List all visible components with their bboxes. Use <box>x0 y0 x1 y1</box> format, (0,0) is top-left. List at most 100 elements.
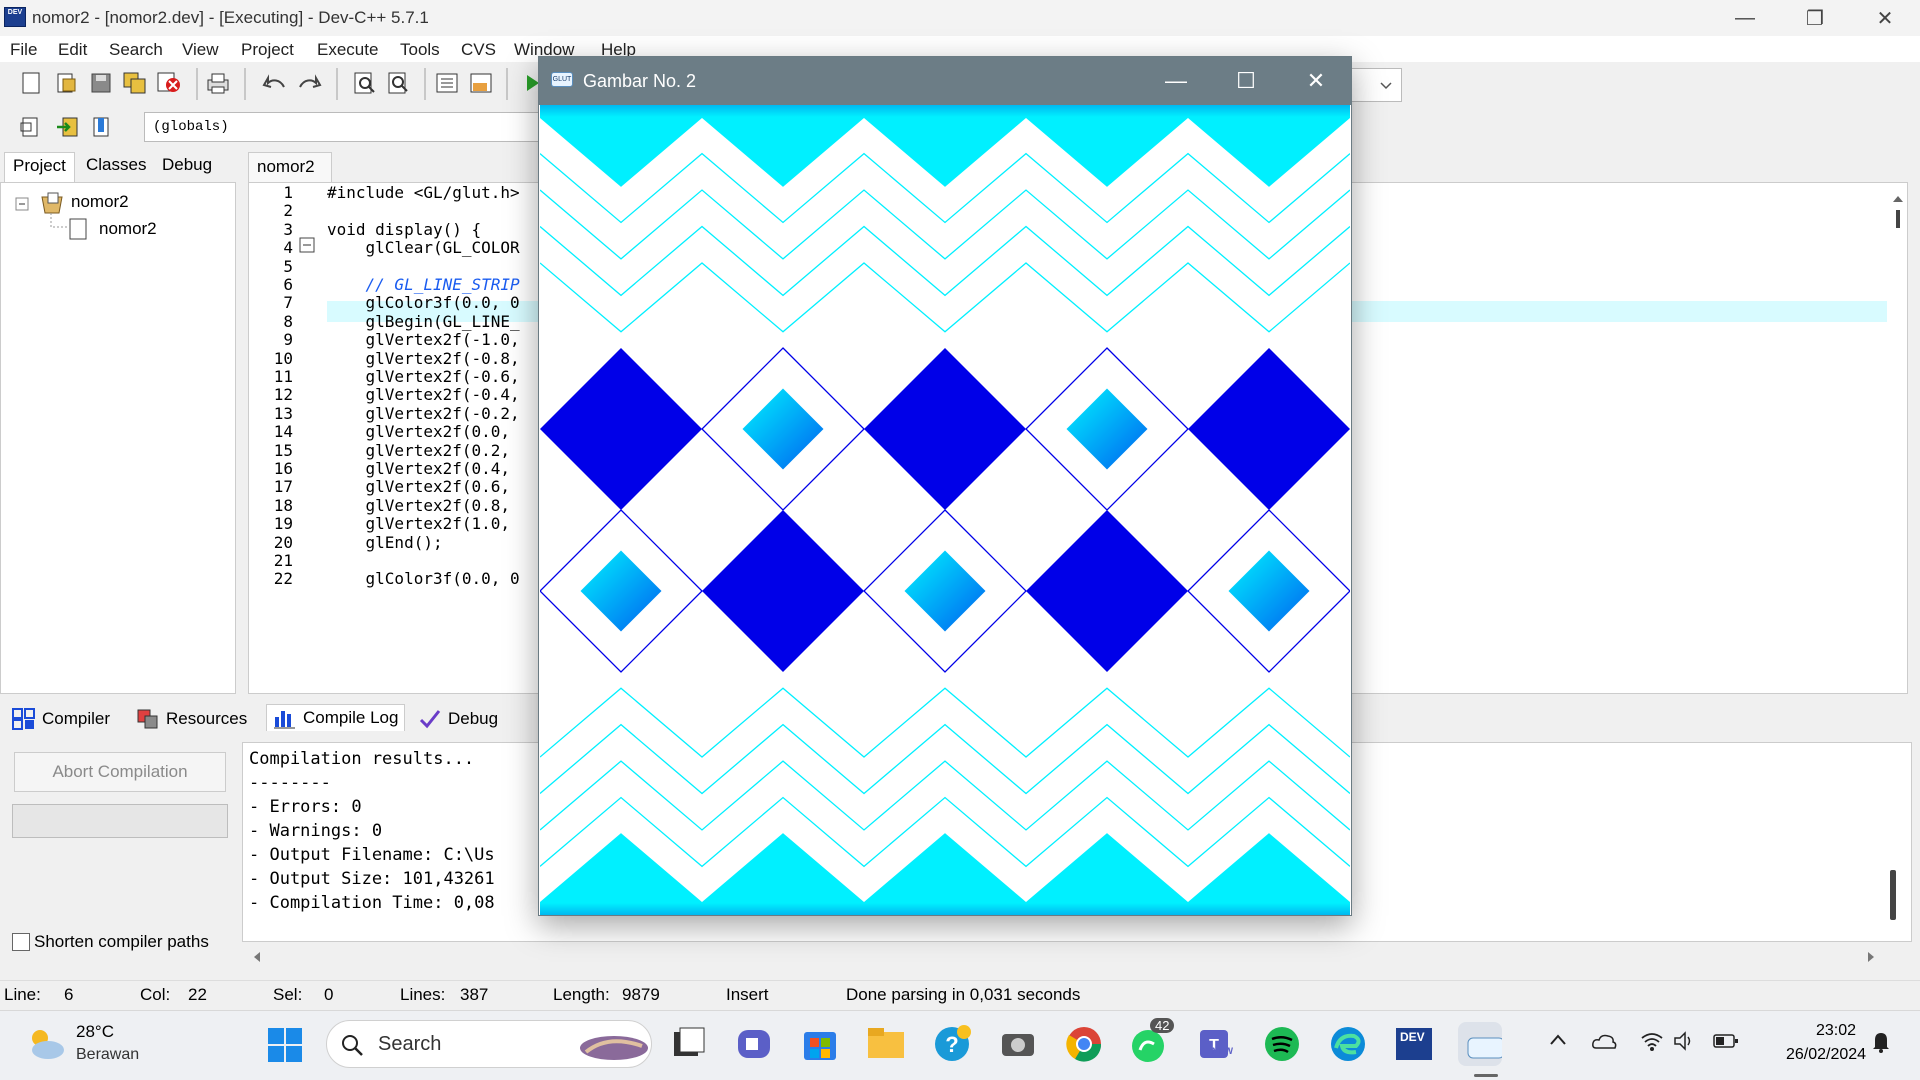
tab-debug[interactable]: Debug <box>154 152 220 182</box>
line-number: 9 <box>283 330 293 350</box>
glut-maximize-button[interactable]: ☐ <box>1211 57 1281 105</box>
log-scrollbar-thumb[interactable] <box>1890 870 1896 920</box>
menu-search[interactable]: Search <box>109 40 163 60</box>
notification-bell-icon[interactable] <box>1870 1030 1892 1054</box>
camera-icon[interactable] <box>996 1022 1040 1066</box>
new-file-icon[interactable] <box>16 68 46 98</box>
tab-compiler[interactable]: Compiler <box>12 708 110 730</box>
volume-icon[interactable] <box>1672 1030 1696 1052</box>
indent-icon[interactable] <box>432 68 462 98</box>
find-icon[interactable] <box>350 68 380 98</box>
teams-new-label: NEW <box>1212 1046 1233 1056</box>
glut-minimize-button[interactable]: — <box>1141 57 1211 105</box>
scope-select[interactable]: (globals) <box>144 112 544 142</box>
chat-icon[interactable] <box>732 1022 776 1066</box>
collapse-icon[interactable] <box>15 197 29 211</box>
glut-title-bar[interactable]: GLUT Gambar No. 2 — ☐ ✕ <box>539 57 1351 105</box>
glut-taskbar-icon[interactable] <box>1458 1022 1502 1066</box>
shorten-paths-checkbox[interactable] <box>12 933 30 951</box>
chrome-icon[interactable] <box>1062 1022 1106 1066</box>
spotify-icon[interactable] <box>1260 1022 1304 1066</box>
file-explorer-icon[interactable] <box>864 1022 908 1066</box>
compiler-select[interactable] <box>1346 68 1402 102</box>
tree-project-name[interactable]: nomor2 <box>71 192 129 212</box>
editor-tab-nomor2[interactable]: nomor2 <box>248 152 332 182</box>
chevron-up-icon[interactable] <box>1548 1030 1568 1050</box>
weather-temperature[interactable]: 28°C <box>76 1022 114 1042</box>
redo-icon[interactable] <box>294 68 324 98</box>
status-lines-label: Lines: <box>400 985 446 1004</box>
line-number: 4 <box>283 238 293 258</box>
battery-icon[interactable] <box>1712 1030 1740 1052</box>
fold-icon[interactable] <box>299 237 315 253</box>
tab-resources[interactable]: Resources <box>136 708 247 730</box>
editor-vertical-scrollbar[interactable] <box>1890 190 1906 688</box>
code-line: glColor3f(0.0, 0 <box>327 569 520 589</box>
weather-cloud-icon[interactable] <box>24 1024 68 1064</box>
log-line: - Output Size: 101,43261 <box>249 869 495 889</box>
task-view-icon[interactable] <box>668 1022 712 1066</box>
tab-project[interactable]: Project <box>4 152 75 182</box>
weather-description[interactable]: Berawan <box>76 1046 139 1064</box>
code-line: glVertex2f(0.8, <box>327 495 511 515</box>
print-icon[interactable] <box>203 68 233 98</box>
save-icon[interactable] <box>86 68 116 98</box>
log-horizontal-scrollbar[interactable] <box>246 948 1886 966</box>
restore-button[interactable]: ❐ <box>1780 0 1850 36</box>
menu-edit[interactable]: Edit <box>58 40 87 60</box>
code-line: glVertex2f(-0.4, <box>327 385 520 405</box>
line-number: 17 <box>273 477 293 497</box>
svg-text:?: ? <box>945 1032 958 1057</box>
glut-close-button[interactable]: ✕ <box>1281 57 1351 105</box>
line-number: 16 <box>273 459 293 478</box>
log-line: - Compilation Time: 0,08 <box>249 893 495 913</box>
devcpp-app-icon: DEV <box>4 7 26 27</box>
shorten-paths-label: Shorten compiler paths <box>34 932 209 951</box>
tab-compile-log-label: Compile Log <box>303 708 399 727</box>
wifi-icon[interactable] <box>1640 1030 1664 1052</box>
windows-start-icon[interactable] <box>266 1026 304 1064</box>
close-button[interactable]: ✕ <box>1850 0 1920 36</box>
menu-execute[interactable]: Execute <box>317 40 378 60</box>
onedrive-cloud-icon[interactable] <box>1590 1030 1618 1052</box>
status-line-label: Line: <box>4 985 41 1004</box>
tab-classes[interactable]: Classes <box>78 152 154 182</box>
glut-window[interactable]: GLUT Gambar No. 2 — ☐ ✕ <box>538 56 1352 916</box>
minimize-button[interactable]: — <box>1710 0 1780 36</box>
shorten-paths-option[interactable]: Shorten compiler paths <box>12 932 209 952</box>
line-number: 22 <box>273 569 293 589</box>
bookmark-icon[interactable] <box>86 112 116 142</box>
devcpp-taskbar-icon[interactable] <box>1392 1022 1436 1066</box>
code-line: glBegin(GL_LINE_ <box>327 311 520 331</box>
tree-file-name[interactable]: nomor2 <box>99 219 157 239</box>
open-file-icon[interactable] <box>52 68 82 98</box>
save-all-icon[interactable] <box>120 68 150 98</box>
tab-compile-log[interactable]: Compile Log <box>266 704 406 731</box>
unindent-icon[interactable] <box>466 68 496 98</box>
code-line: glVertex2f(-0.6, <box>327 367 520 386</box>
close-file-icon[interactable] <box>154 68 184 98</box>
menu-cvs[interactable]: CVS <box>461 40 496 60</box>
menu-project[interactable]: Project <box>241 40 294 60</box>
edge-icon[interactable] <box>1326 1022 1370 1066</box>
line-number: 2 <box>283 201 293 221</box>
goto-icon[interactable] <box>52 112 82 142</box>
store-icon[interactable] <box>798 1022 842 1066</box>
undo-icon[interactable] <box>260 68 290 98</box>
replace-icon[interactable] <box>384 68 414 98</box>
menu-file[interactable]: File <box>10 40 37 60</box>
status-line-value: 6 <box>64 985 74 1004</box>
opengl-canvas[interactable] <box>540 105 1350 915</box>
tab-debug-bottom[interactable]: Debug <box>418 708 498 730</box>
teams-icon[interactable]: T <box>1194 1022 1238 1066</box>
clock-time[interactable]: 23:02 <box>1816 1022 1856 1040</box>
code-line: glColor3f(0.0, 0 <box>327 293 520 313</box>
source-file-icon <box>69 218 87 240</box>
clock-date[interactable]: 26/02/2024 <box>1786 1046 1866 1064</box>
menu-tools[interactable]: Tools <box>400 40 440 60</box>
abort-compilation-button[interactable]: Abort Compilation <box>14 752 226 792</box>
menu-view[interactable]: View <box>182 40 219 60</box>
code-line: // GL_LINE_STRIP <box>327 275 520 294</box>
insert-icon[interactable] <box>16 112 46 142</box>
help-icon[interactable]: ? <box>930 1022 974 1066</box>
